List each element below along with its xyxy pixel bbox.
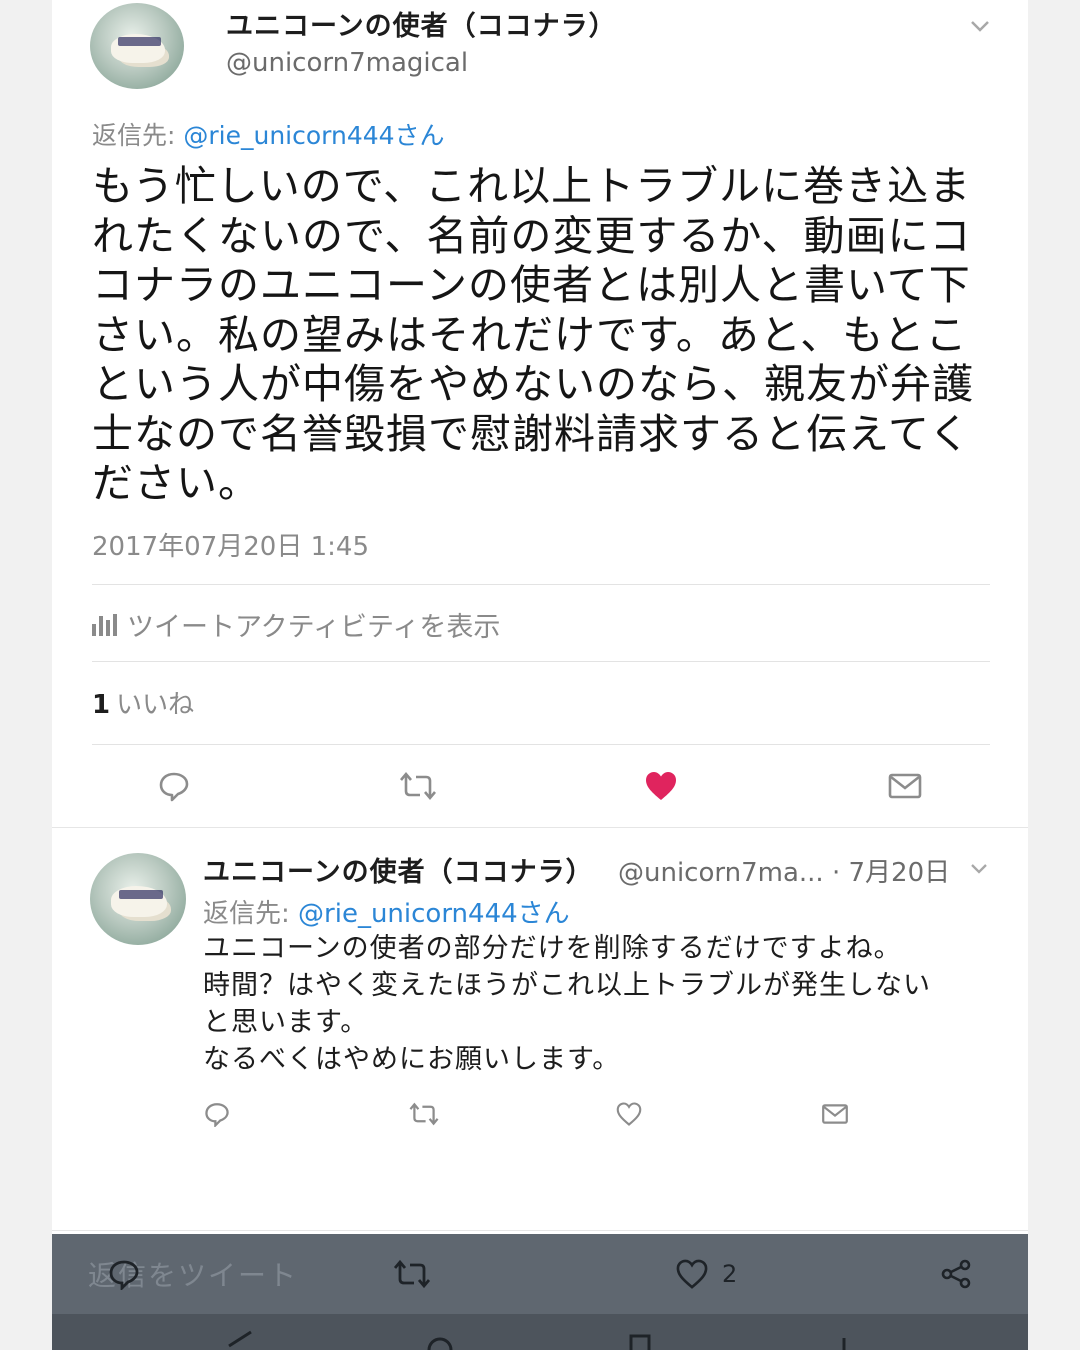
- reply-line: と思います。: [203, 1007, 369, 1038]
- tweet-activity-link[interactable]: ツイートアクティビティを表示: [92, 605, 500, 644]
- likes-count: 1: [92, 690, 111, 720]
- reply-icon[interactable]: [104, 1256, 144, 1292]
- retweet-icon[interactable]: [392, 1256, 432, 1292]
- share-icon[interactable]: [936, 1256, 976, 1292]
- direct-message-icon[interactable]: [886, 768, 924, 804]
- avatar[interactable]: [90, 853, 186, 945]
- avatar[interactable]: [90, 3, 184, 89]
- divider: [92, 744, 990, 745]
- reply-line: なるべくはやめにお願いします。: [203, 1044, 621, 1075]
- heart-liked-icon[interactable]: [642, 768, 680, 804]
- chevron-down-icon[interactable]: [970, 14, 990, 39]
- back-icon[interactable]: [222, 1328, 258, 1350]
- divider: [52, 827, 1028, 828]
- heart-icon[interactable]: [614, 1100, 644, 1128]
- reply-to: 返信先: @rie_unicorn444さん: [203, 893, 570, 930]
- reply-to: 返信先: @rie_unicorn444さん: [92, 116, 445, 152]
- like-count: 2: [722, 1260, 738, 1288]
- right-margin: [1028, 0, 1080, 1350]
- display-name[interactable]: ユニコーンの使者（ココナラ）: [226, 4, 617, 43]
- recent-apps-icon[interactable]: [622, 1328, 658, 1350]
- reply-to-user-link[interactable]: @rie_unicorn444さん: [298, 899, 570, 929]
- retweet-icon[interactable]: [408, 1100, 440, 1128]
- divider: [92, 584, 990, 585]
- chevron-down-icon[interactable]: [970, 856, 988, 881]
- reply-icon[interactable]: [156, 768, 192, 804]
- reply-line: ユニコーンの使者の部分だけを削除するだけですよね。: [203, 933, 902, 964]
- direct-message-icon[interactable]: [820, 1100, 850, 1128]
- reply-to-user-link[interactable]: @rie_unicorn444さん: [183, 121, 444, 150]
- bottom-action-bar: 返信をツイート 2: [52, 1234, 1028, 1314]
- reply-to-label: 返信先:: [203, 899, 299, 929]
- bar-chart-icon: [92, 613, 117, 636]
- divider: [52, 1230, 1028, 1231]
- home-icon[interactable]: [422, 1328, 458, 1350]
- likes-summary[interactable]: 1 いいね: [92, 684, 194, 721]
- reply-tweet-body: ユニコーンの使者の部分だけを削除するだけですよね。 時間？はやく変えたほうがこれ…: [203, 930, 983, 1078]
- system-navigation-bar: [52, 1314, 1028, 1350]
- divider: [92, 661, 990, 662]
- reply-to-label: 返信先:: [92, 121, 184, 150]
- likes-label: いいね: [116, 690, 195, 720]
- handle-and-date[interactable]: @unicorn7ma... · 7月20日: [618, 852, 950, 889]
- reply-line: 時間？はやく変えたほうがこれ以上トラブルが発生しない: [203, 970, 931, 1001]
- user-handle[interactable]: @unicorn7magical: [226, 48, 468, 78]
- tweet-timestamp: 2017年07月20日 1:45: [92, 532, 369, 562]
- avatar-logo: [118, 889, 163, 899]
- tweet-body: もう忙しいので、これ以上トラブルに巻き込まれたくないので、名前の変更するか、動画…: [92, 162, 974, 507]
- retweet-icon[interactable]: [398, 768, 438, 804]
- menu-icon[interactable]: [826, 1328, 862, 1350]
- tweet-activity-label: ツイートアクティビティを表示: [127, 612, 501, 643]
- left-margin: [0, 0, 52, 1350]
- heart-icon[interactable]: [672, 1256, 712, 1292]
- avatar-logo: [118, 37, 162, 46]
- reply-icon[interactable]: [202, 1100, 232, 1128]
- display-name[interactable]: ユニコーンの使者（ココナラ）: [203, 850, 594, 889]
